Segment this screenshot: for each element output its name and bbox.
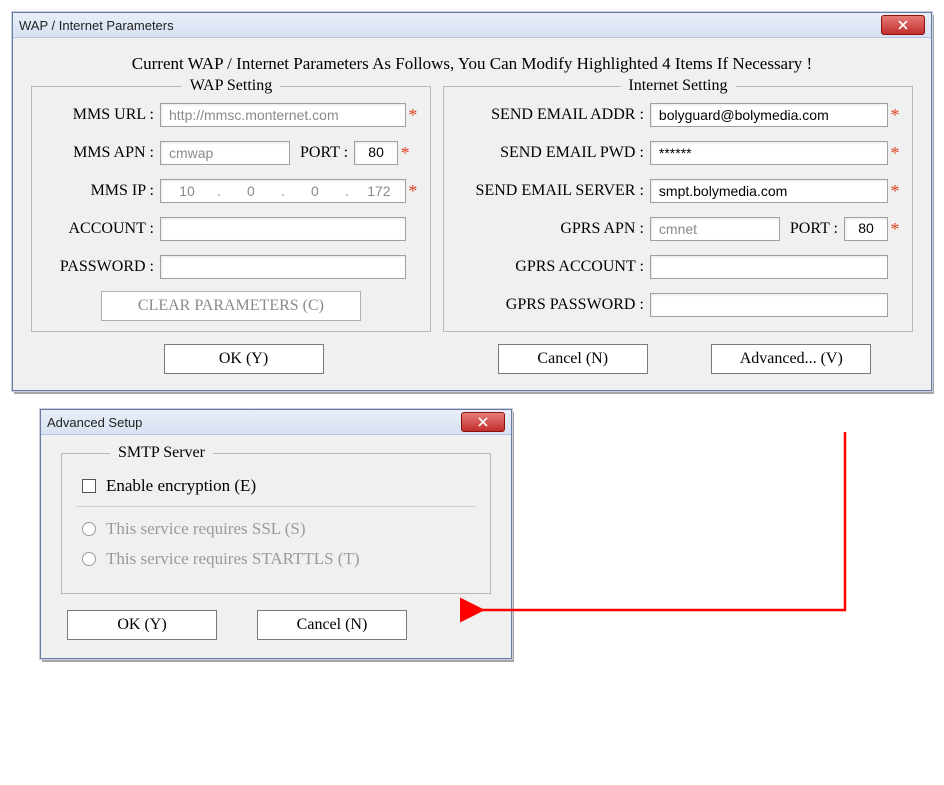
mms-ip-field[interactable]: 10. 0. 0. 172 <box>160 179 406 203</box>
send-email-addr-label: SEND EMAIL ADDR : <box>454 106 650 124</box>
enable-encryption-label: Enable encryption (E) <box>106 476 256 496</box>
divider <box>76 506 476 507</box>
starttls-option-row[interactable]: This service requires STARTTLS (T) <box>82 549 476 569</box>
smtp-legend: SMTP Server <box>110 444 213 462</box>
gprs-account-label: GPRS ACCOUNT : <box>454 258 650 276</box>
mms-ip-label: MMS IP : <box>42 182 160 200</box>
send-email-addr-field[interactable] <box>650 103 888 127</box>
ok-button[interactable]: OK (Y) <box>164 344 324 374</box>
mms-port-label: PORT : <box>300 144 354 162</box>
titlebar-main: WAP / Internet Parameters <box>13 13 931 38</box>
required-star: * <box>406 181 420 202</box>
gprs-account-field[interactable] <box>650 255 888 279</box>
send-email-server-label: SEND EMAIL SERVER : <box>454 182 650 200</box>
required-star: * <box>888 105 902 126</box>
starttls-option-label: This service requires STARTTLS (T) <box>106 549 360 569</box>
close-icon <box>898 20 908 30</box>
internet-legend: Internet Setting <box>620 77 735 95</box>
wap-account-label: ACCOUNT : <box>42 220 160 238</box>
gprs-password-label: GPRS PASSWORD : <box>454 296 650 314</box>
smtp-server-group: SMTP Server Enable encryption (E) This s… <box>61 453 491 594</box>
required-star: * <box>398 143 412 164</box>
send-email-pwd-field[interactable] <box>650 141 888 165</box>
gprs-port-label: PORT : <box>790 220 844 238</box>
internet-setting-group: Internet Setting SEND EMAIL ADDR : * SEN… <box>443 86 913 332</box>
cancel-button[interactable]: Cancel (N) <box>498 344 648 374</box>
wap-legend: WAP Setting <box>182 77 281 95</box>
checkbox-icon <box>82 479 96 493</box>
mms-apn-label: MMS APN : <box>42 144 160 162</box>
ssl-option-label: This service requires SSL (S) <box>106 519 306 539</box>
required-star: * <box>406 105 420 126</box>
wap-setting-group: WAP Setting MMS URL : * MMS APN : PORT :… <box>31 86 431 332</box>
wap-password-label: PASSWORD : <box>42 258 160 276</box>
mms-url-field[interactable] <box>160 103 406 127</box>
advanced-cancel-button[interactable]: Cancel (N) <box>257 610 407 640</box>
gprs-apn-field[interactable] <box>650 217 780 241</box>
required-star: * <box>888 181 902 202</box>
radio-icon <box>82 552 96 566</box>
wap-account-field[interactable] <box>160 217 406 241</box>
close-button[interactable] <box>461 412 505 432</box>
required-star: * <box>888 219 902 240</box>
send-email-server-field[interactable] <box>650 179 888 203</box>
advanced-button[interactable]: Advanced... (V) <box>711 344 871 374</box>
close-icon <box>478 417 488 427</box>
window-title: WAP / Internet Parameters <box>19 18 174 33</box>
radio-icon <box>82 522 96 536</box>
clear-parameters-button[interactable]: CLEAR PARAMETERS (C) <box>101 291 361 321</box>
window-title: Advanced Setup <box>47 415 142 430</box>
required-star: * <box>888 143 902 164</box>
ssl-option-row[interactable]: This service requires SSL (S) <box>82 519 476 539</box>
wap-password-field[interactable] <box>160 255 406 279</box>
gprs-port-field[interactable]: 80 <box>844 217 888 241</box>
close-button[interactable] <box>881 15 925 35</box>
mms-url-label: MMS URL : <box>42 106 160 124</box>
headline: Current WAP / Internet Parameters As Fol… <box>31 54 913 74</box>
advanced-ok-button[interactable]: OK (Y) <box>67 610 217 640</box>
send-email-pwd-label: SEND EMAIL PWD : <box>454 144 650 162</box>
enable-encryption-row[interactable]: Enable encryption (E) <box>82 476 476 496</box>
mms-port-field[interactable]: 80 <box>354 141 398 165</box>
titlebar-advanced: Advanced Setup <box>41 410 511 435</box>
mms-apn-field[interactable] <box>160 141 290 165</box>
gprs-password-field[interactable] <box>650 293 888 317</box>
gprs-apn-label: GPRS APN : <box>454 220 650 238</box>
